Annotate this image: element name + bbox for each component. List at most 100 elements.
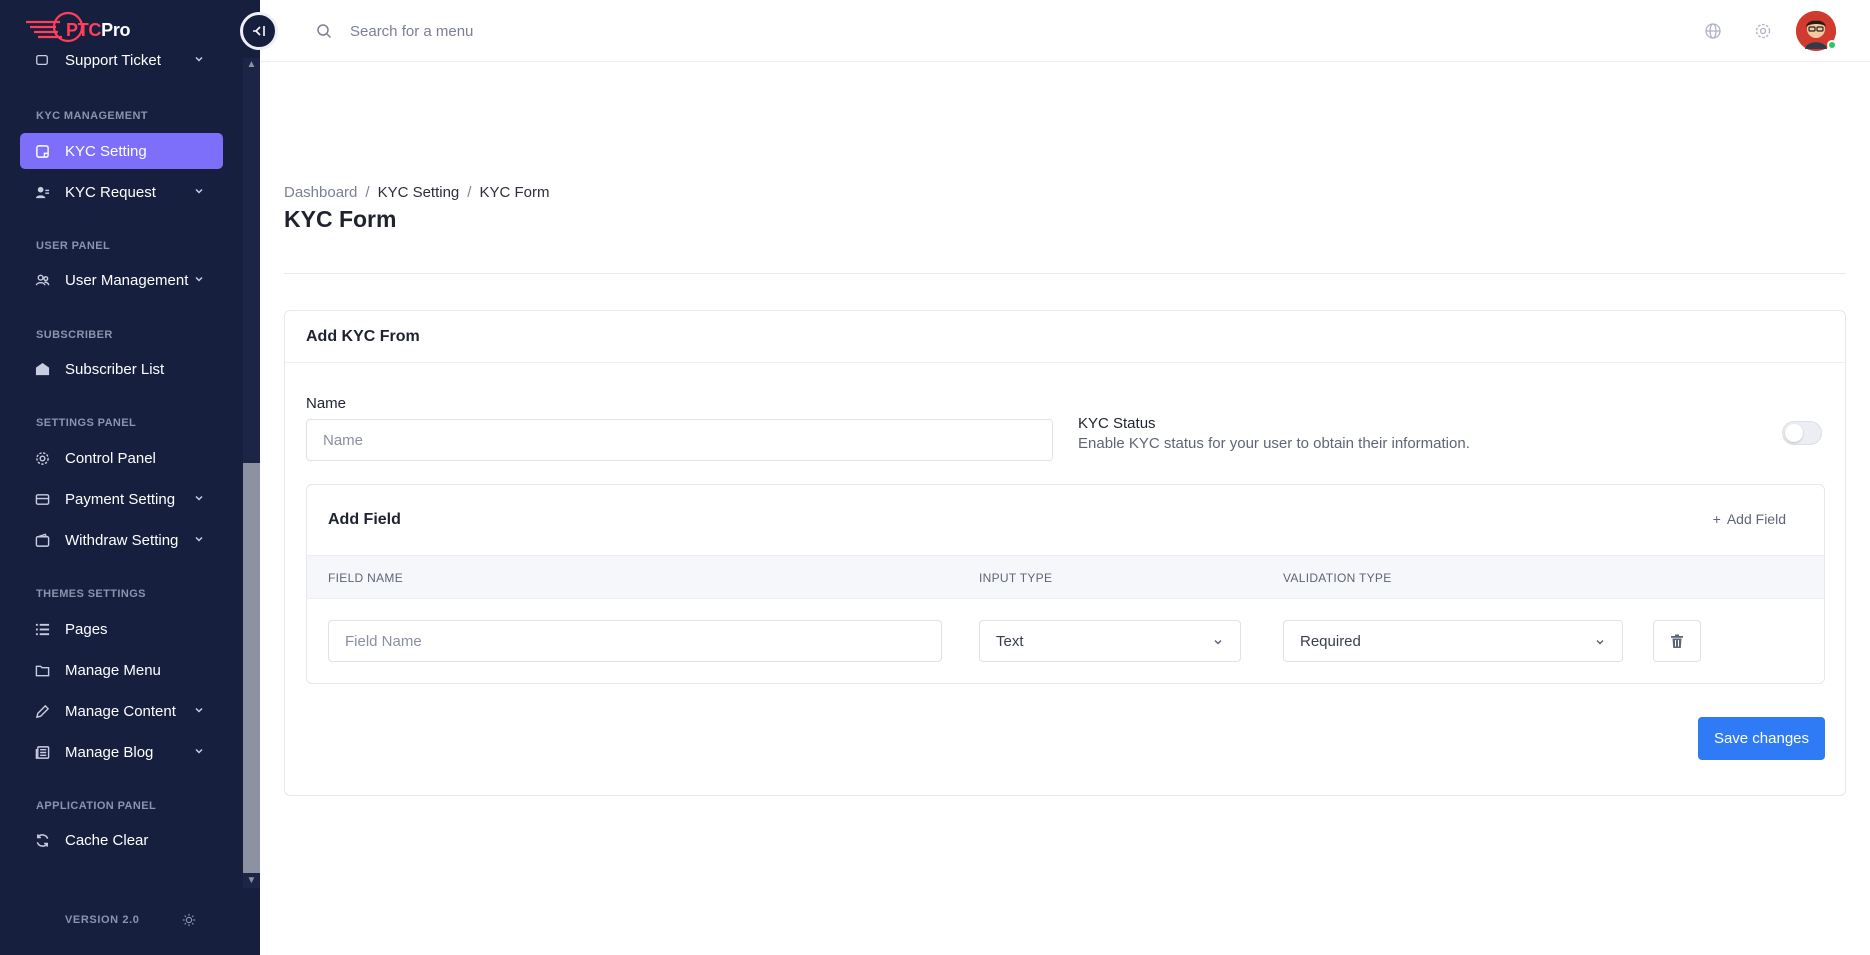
section-title: USER PANEL xyxy=(36,240,111,252)
logo-text-pro: Pro xyxy=(101,20,131,40)
sidebar-item-kyc-setting[interactable]: KYC Setting xyxy=(20,133,223,169)
plus-icon: + xyxy=(1712,511,1721,527)
add-field-button[interactable]: + Add Field xyxy=(1713,511,1786,527)
input-type-value: Text xyxy=(996,632,1024,650)
chevron-down-icon xyxy=(195,188,203,194)
name-label: Name xyxy=(306,395,347,412)
avatar[interactable] xyxy=(1796,11,1837,51)
chevron-down-icon xyxy=(195,707,203,713)
sidebar-collapse-button[interactable] xyxy=(240,12,278,50)
breadcrumb-separator: / xyxy=(365,184,370,201)
validation-type-select[interactable]: Required xyxy=(1283,620,1623,662)
folder-icon xyxy=(34,662,50,678)
chevron-down-icon xyxy=(1596,639,1604,645)
topbar xyxy=(260,0,1870,62)
sidebar-item-payment-setting[interactable]: Payment Setting xyxy=(20,481,223,517)
sidebar-item-label: Manage Menu xyxy=(65,661,161,679)
kyc-status-label: KYC Status xyxy=(1078,415,1156,432)
sidebar-item-manage-content[interactable]: Manage Content xyxy=(20,693,223,729)
field-name-input[interactable] xyxy=(328,620,942,662)
globe-icon[interactable] xyxy=(1704,22,1722,40)
online-status-dot xyxy=(1827,40,1837,50)
search-input[interactable] xyxy=(350,18,750,44)
sidebar-item-label: KYC Request xyxy=(65,183,156,201)
name-input[interactable] xyxy=(306,419,1053,461)
chevron-down-icon xyxy=(195,495,203,501)
sidebar-scrollbar[interactable]: ▲ ▼ xyxy=(243,58,260,888)
sidebar-item-label: Subscriber List xyxy=(65,360,165,378)
chevron-down-icon xyxy=(195,536,203,542)
chevron-down-icon xyxy=(195,56,203,62)
list-icon xyxy=(34,621,50,637)
save-changes-button[interactable]: Save changes xyxy=(1698,717,1825,760)
gear-icon xyxy=(34,450,50,466)
wallet-icon xyxy=(34,532,50,548)
sidebar-item-label: Manage Content xyxy=(65,702,176,720)
breadcrumb-dashboard[interactable]: Dashboard xyxy=(284,184,357,201)
field-table-header: FIELD NAME INPUT TYPE VALIDATION TYPE xyxy=(307,555,1824,599)
chevron-down-icon xyxy=(195,748,203,754)
sidebar-item-label: Manage Blog xyxy=(65,743,154,761)
sidebar: PTCPro Support Ticket KYC MANAGEMENT KYC… xyxy=(0,0,260,955)
sidebar-item-support-ticket[interactable]: Support Ticket xyxy=(20,52,223,78)
chevron-down-icon xyxy=(195,276,203,282)
breadcrumb: Dashboard / KYC Setting / KYC Form xyxy=(284,184,549,201)
section-title: KYC MANAGEMENT xyxy=(36,110,148,122)
delete-field-button[interactable] xyxy=(1653,620,1701,662)
page-title: KYC Form xyxy=(284,206,397,232)
settings-gear-icon[interactable] xyxy=(1754,22,1772,40)
sidebar-item-label: Cache Clear xyxy=(65,831,149,849)
sidebar-item-label: Pages xyxy=(65,620,108,638)
add-field-section: Add Field + Add Field FIELD NAME INPUT T… xyxy=(306,484,1825,684)
newspaper-icon xyxy=(34,744,50,760)
trash-icon xyxy=(1671,634,1683,648)
sidebar-item-control-panel[interactable]: Control Panel xyxy=(20,440,223,476)
refresh-icon xyxy=(34,832,50,848)
sidebar-footer: VERSION 2.0 xyxy=(0,888,260,955)
sidebar-menu[interactable]: Support Ticket KYC MANAGEMENT KYC Settin… xyxy=(0,52,243,888)
brand-logo[interactable]: PTCPro xyxy=(26,10,131,50)
scroll-down-icon[interactable]: ▼ xyxy=(243,874,260,888)
sidebar-item-label: Withdraw Setting xyxy=(65,531,179,549)
section-title: APPLICATION PANEL xyxy=(36,800,157,812)
sidebar-item-label: KYC Setting xyxy=(65,142,147,160)
sidebar-item-manage-blog[interactable]: Manage Blog xyxy=(20,734,223,770)
logo-text-ptc: PTC xyxy=(66,20,102,40)
ticket-icon xyxy=(34,52,50,68)
validation-type-value: Required xyxy=(1300,632,1361,650)
sidebar-item-subscriber-list[interactable]: Subscriber List xyxy=(20,351,223,387)
user-group-icon xyxy=(34,272,50,288)
breadcrumb-kyc-setting[interactable]: KYC Setting xyxy=(378,184,460,201)
pencil-icon xyxy=(34,703,50,719)
scrollbar-thumb[interactable] xyxy=(243,463,260,873)
envelope-icon xyxy=(34,361,50,377)
add-field-title: Add Field xyxy=(328,511,401,528)
card-icon xyxy=(34,491,50,507)
section-title: SETTINGS PANEL xyxy=(36,417,137,429)
sidebar-item-kyc-request[interactable]: KYC Request xyxy=(20,174,223,210)
sidebar-item-label: User Management xyxy=(65,271,189,289)
section-title: SUBSCRIBER xyxy=(36,329,113,341)
sidebar-item-label: Control Panel xyxy=(65,449,156,467)
scroll-up-icon[interactable]: ▲ xyxy=(243,58,260,72)
kyc-form-card: Add KYC From Name KYC Status Enable KYC … xyxy=(284,310,1846,796)
toggle-knob xyxy=(1785,424,1803,442)
input-type-select[interactable]: Text xyxy=(979,620,1241,662)
breadcrumb-separator: / xyxy=(467,184,472,201)
sidebar-item-pages[interactable]: Pages xyxy=(20,611,223,647)
sidebar-item-manage-menu[interactable]: Manage Menu xyxy=(20,652,223,688)
section-title: THEMES SETTINGS xyxy=(36,588,146,600)
sidebar-item-label: Payment Setting xyxy=(65,490,176,508)
sidebar-item-label: Support Ticket xyxy=(65,52,161,69)
logo-mark: PTCPro xyxy=(26,10,131,50)
kyc-status-description: Enable KYC status for your user to obtai… xyxy=(1078,435,1470,452)
kyc-status-toggle[interactable] xyxy=(1782,421,1822,445)
sun-icon[interactable] xyxy=(182,913,196,927)
main-content: Dashboard / KYC Setting / KYC Form KYC F… xyxy=(260,62,1870,955)
sidebar-item-user-management[interactable]: User Management xyxy=(20,262,223,298)
column-header-input-type: INPUT TYPE xyxy=(979,571,1053,585)
search-icon xyxy=(317,24,332,39)
chevron-down-icon xyxy=(1214,639,1222,645)
sidebar-item-cache-clear[interactable]: Cache Clear xyxy=(20,822,223,858)
sidebar-item-withdraw-setting[interactable]: Withdraw Setting xyxy=(20,522,223,558)
